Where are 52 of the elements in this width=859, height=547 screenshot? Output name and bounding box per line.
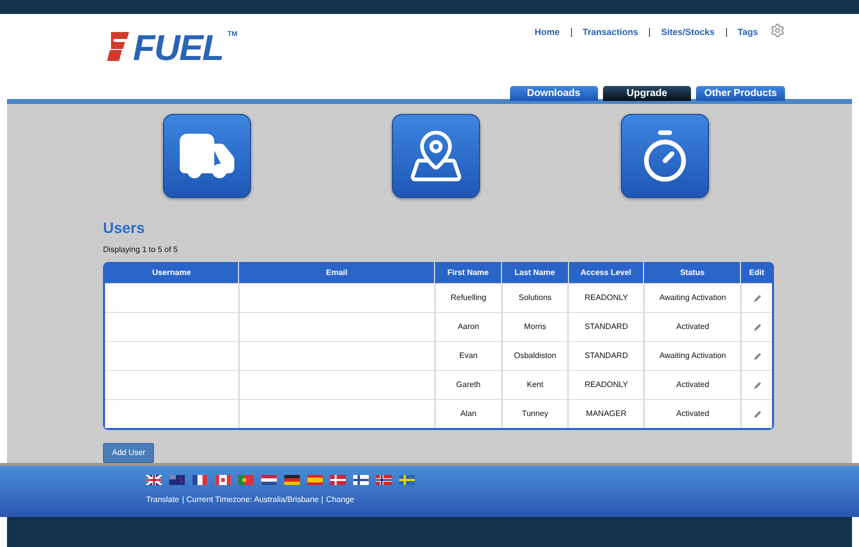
- table-cell: STANDARD: [584, 321, 628, 334]
- translate-link[interactable]: Translate: [146, 494, 180, 506]
- change-link[interactable]: Change: [326, 494, 354, 506]
- feature-tile[interactable]: [392, 114, 480, 198]
- nav-link[interactable]: Transactions: [582, 26, 638, 40]
- settings-icon[interactable]: [770, 22, 785, 38]
- table-cell: READONLY: [584, 292, 628, 304]
- table-cell: Refuelling: [450, 292, 486, 304]
- add-user-button[interactable]: Add User: [103, 443, 154, 464]
- edit-icon[interactable]: [754, 382, 761, 389]
- table-cell: Osbaldiston: [514, 350, 556, 362]
- table-cell: Alan: [460, 408, 476, 420]
- edit-icon[interactable]: [754, 352, 761, 360]
- flag-icon[interactable]: [284, 475, 300, 486]
- table-cell: READONLY: [584, 379, 628, 392]
- flag-icon[interactable]: [146, 475, 162, 486]
- table-cell: MANAGER: [586, 408, 626, 420]
- timezone-text: | Current Timezone: Australia/Brisbane |: [182, 494, 324, 506]
- edit-icon[interactable]: [754, 324, 761, 331]
- table-cell: Tunney: [522, 408, 548, 420]
- nav-link[interactable]: Sites/Stocks: [661, 26, 715, 40]
- flag-icon[interactable]: [192, 475, 208, 486]
- tab[interactable]: Other Products: [696, 86, 785, 102]
- feature-tile[interactable]: [621, 114, 709, 198]
- section-title: Users: [103, 218, 146, 239]
- flag-icon[interactable]: [353, 475, 369, 486]
- table-cell: Aaron: [458, 321, 480, 334]
- table-cell: Morris: [524, 321, 546, 334]
- nav-link[interactable]: Tags: [738, 26, 758, 40]
- flag-icon[interactable]: [330, 475, 346, 486]
- table-cell: Activated: [676, 321, 710, 334]
- nav-link[interactable]: Home: [534, 26, 560, 40]
- table-cell: Solutions: [518, 292, 552, 304]
- flag-icon[interactable]: [376, 475, 392, 486]
- table-cell: Gareth: [456, 379, 481, 392]
- table-cell: Awaiting Activation: [659, 350, 726, 362]
- feature-tile[interactable]: [163, 114, 251, 198]
- logo-swoosh-icon: [107, 30, 129, 62]
- table-cell: STANDARD: [584, 350, 628, 362]
- logo-text: FUEL: [133, 30, 224, 66]
- table-cell: Awaiting Activation: [659, 292, 726, 304]
- edit-icon[interactable]: [754, 294, 761, 302]
- flag-icon[interactable]: [261, 475, 277, 486]
- table-cell: Evan: [459, 350, 478, 362]
- table-cell: Activated: [676, 379, 710, 392]
- edit-icon[interactable]: [754, 410, 761, 418]
- column-header: Username: [151, 266, 192, 279]
- tab[interactable]: Downloads: [510, 86, 598, 102]
- table-cell: Activated: [676, 408, 710, 420]
- results-summary: Displaying 1 to 5 of 5: [103, 244, 179, 256]
- table-cell: Kent: [526, 379, 544, 392]
- tab[interactable]: Upgrade: [602, 86, 692, 102]
